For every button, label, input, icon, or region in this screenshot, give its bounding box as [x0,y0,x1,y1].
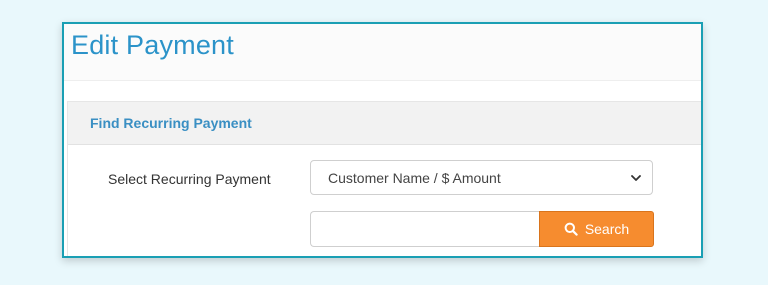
section-heading-bar: Find Recurring Payment [68,102,701,145]
search-button-label: Search [584,221,630,237]
chevron-down-icon [631,175,641,181]
select-value: Customer Name / $ Amount [328,170,501,186]
recurring-payment-select[interactable]: Customer Name / $ Amount [310,160,653,195]
select-recurring-payment-label: Select Recurring Payment [108,171,271,187]
panel-header: Edit Payment [64,24,701,81]
search-icon [564,222,578,236]
page-title: Edit Payment [71,30,234,60]
search-button[interactable]: Search [539,211,654,247]
edit-payment-panel: Edit Payment Find Recurring Payment Sele… [62,22,703,258]
section-heading: Find Recurring Payment [90,115,252,131]
find-recurring-payment-card: Find Recurring Payment Select Recurring … [67,101,701,256]
search-input[interactable] [310,211,540,247]
